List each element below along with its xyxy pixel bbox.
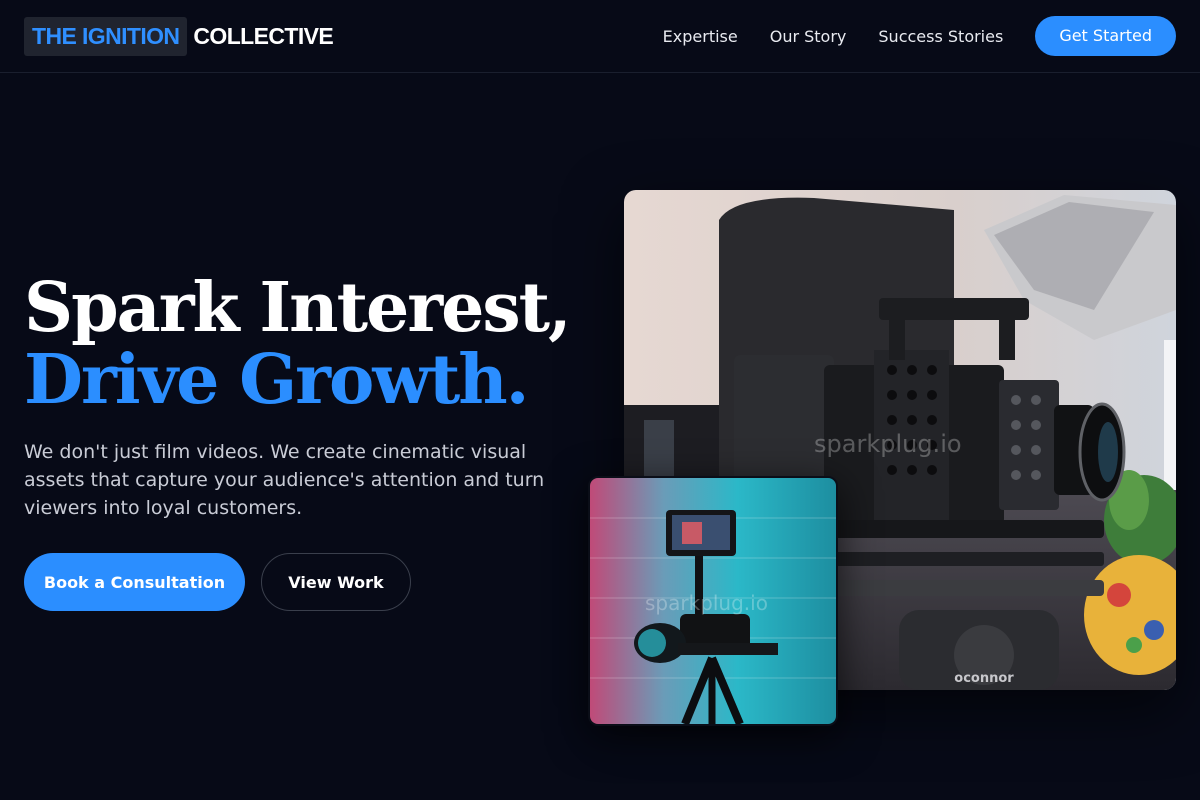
view-work-button[interactable]: View Work <box>261 553 411 611</box>
book-consultation-button[interactable]: Book a Consultation <box>24 553 245 611</box>
get-started-button[interactable]: Get Started <box>1035 16 1176 56</box>
logo-text: COLLECTIVE <box>193 23 334 49</box>
logo-highlight: THE IGNITION <box>24 16 188 56</box>
hero-description: We don't just film videos. We create cin… <box>24 441 545 519</box>
landing-page: THE IGNITION COLLECTIVE Expertise Our St… <box>0 0 1200 800</box>
small-image-watermark: sparkplug.io <box>645 591 768 615</box>
main-image-watermark: sparkplug.io <box>814 430 962 458</box>
nav-link-expertise[interactable]: Expertise <box>663 27 738 46</box>
site-logo[interactable]: THE IGNITION COLLECTIVE <box>24 16 334 56</box>
hero-title-line2: Drive Growth. <box>24 340 529 420</box>
site-header: THE IGNITION COLLECTIVE Expertise Our St… <box>0 0 1200 73</box>
hero-title-line1: Spark Interest, <box>24 268 572 348</box>
hero-title: Spark Interest, Drive Growth. <box>24 272 584 416</box>
nav-link-success-stories[interactable]: Success Stories <box>878 27 1003 46</box>
nav-link-our-story[interactable]: Our Story <box>770 27 847 46</box>
neon-camera-image: sparkplug.io <box>588 476 838 726</box>
camera-brand-label: oconnor <box>954 671 1014 686</box>
main-nav: Expertise Our Story Success Stories Get … <box>663 16 1176 56</box>
